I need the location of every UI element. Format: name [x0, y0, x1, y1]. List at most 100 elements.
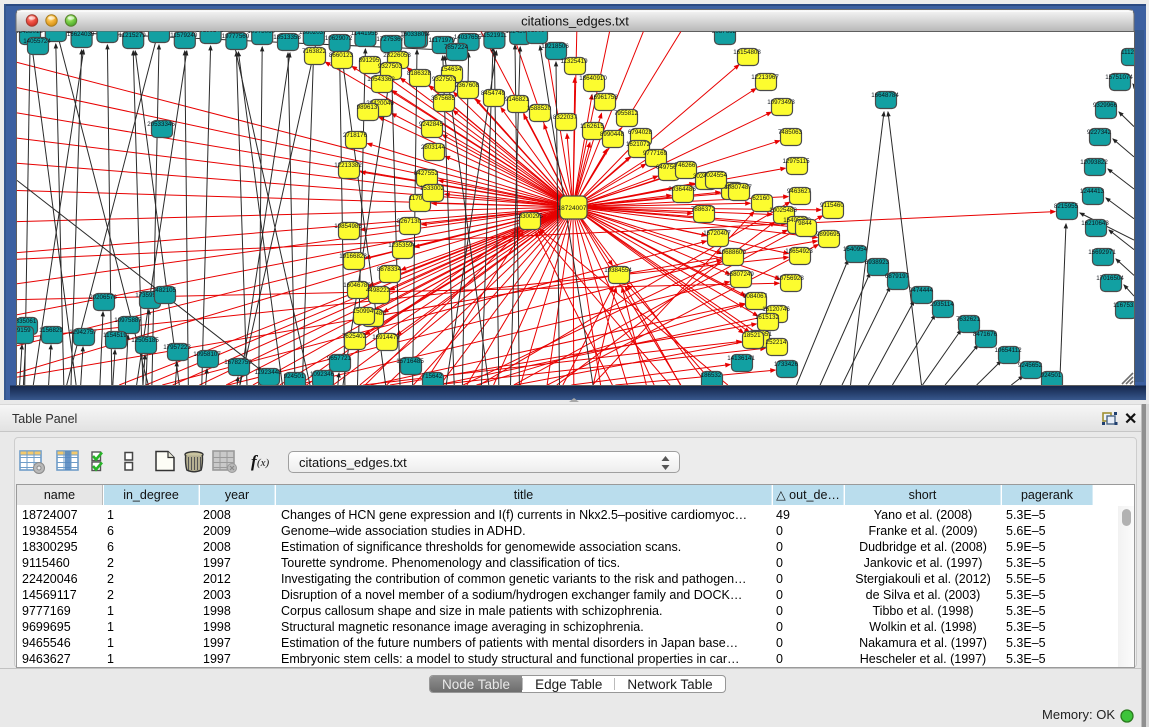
svg-text:20206576: 20206576 — [89, 294, 117, 301]
svg-text:8427552: 8427552 — [414, 170, 439, 177]
svg-text:8990448: 8990448 — [600, 131, 625, 138]
svg-text:9146821: 9146821 — [505, 96, 530, 103]
svg-text:1162615: 1162615 — [580, 123, 604, 130]
svg-text:62160: 62160 — [752, 195, 770, 202]
svg-text:8267130: 8267130 — [397, 218, 422, 225]
svg-text:11923448: 11923448 — [254, 369, 282, 376]
svg-text:10975887: 10975887 — [114, 317, 142, 324]
svg-text:8215955: 8215955 — [1054, 203, 1079, 210]
svg-text:3024554: 3024554 — [703, 172, 728, 179]
svg-text:715642: 715642 — [422, 373, 443, 380]
svg-text:17016504: 17016504 — [1096, 275, 1124, 282]
svg-text:9844: 9844 — [798, 220, 812, 227]
svg-text:2367608: 2367608 — [455, 82, 480, 89]
svg-text:12505185: 12505185 — [131, 337, 159, 344]
svg-text:16782759: 16782759 — [224, 359, 252, 366]
svg-text:19166823: 19166823 — [339, 253, 367, 260]
svg-text:6879197: 6879197 — [885, 273, 910, 280]
svg-text:16210643: 16210643 — [1081, 220, 1109, 227]
svg-text:10025488: 10025488 — [769, 207, 797, 214]
svg-text:10973493: 10973493 — [767, 99, 795, 106]
svg-text:16624039: 16624039 — [67, 31, 95, 38]
svg-text:1615132: 1615132 — [755, 314, 780, 321]
svg-text:7955812: 7955812 — [614, 110, 639, 117]
svg-text:924501: 924501 — [1041, 372, 1062, 379]
svg-text:8454749: 8454749 — [481, 90, 506, 97]
svg-text:10958107: 10958107 — [193, 351, 221, 358]
svg-text:2718176: 2718176 — [343, 132, 368, 139]
svg-text:1482105: 1482105 — [152, 287, 177, 294]
svg-text:186532: 186532 — [701, 372, 722, 379]
svg-text:1092346: 1092346 — [310, 371, 335, 378]
svg-text:1167531: 1167531 — [1113, 302, 1137, 309]
svg-text:19854985: 19854985 — [334, 223, 362, 230]
svg-text:1244413: 1244413 — [1080, 188, 1105, 195]
svg-text:8322037: 8322037 — [553, 114, 578, 121]
svg-text:2935114: 2935114 — [930, 301, 954, 308]
svg-text:10756928: 10756928 — [776, 275, 804, 282]
svg-text:23226058: 23226058 — [383, 52, 411, 59]
svg-text:9463627: 9463627 — [787, 188, 812, 195]
svg-text:9899695: 9899695 — [816, 231, 841, 238]
svg-text:8471676: 8471676 — [973, 331, 998, 338]
svg-text:4498222: 4498222 — [366, 287, 391, 294]
svg-text:2803144: 2803144 — [421, 144, 446, 151]
svg-text:15716485: 15716485 — [396, 358, 424, 365]
svg-text:15720407: 15720407 — [703, 230, 731, 237]
svg-text:12353594: 12353594 — [388, 242, 416, 249]
svg-text:9245652: 9245652 — [1018, 362, 1043, 369]
svg-text:9115460: 9115460 — [820, 202, 844, 209]
svg-text:13654923: 13654923 — [785, 248, 813, 255]
svg-text:1621072: 1621072 — [626, 141, 651, 148]
svg-text:150994: 150994 — [353, 308, 374, 315]
svg-text:924501: 924501 — [284, 373, 305, 380]
svg-text:154634: 154634 — [441, 66, 462, 73]
svg-text:18513358: 18513358 — [273, 34, 301, 41]
svg-text:citations_edges.txt: citations_edges.txt — [521, 14, 629, 29]
svg-text:1588520: 1588520 — [527, 105, 552, 112]
svg-text:18724007: 18724007 — [558, 205, 587, 212]
svg-text:17957223: 17957223 — [163, 344, 191, 351]
svg-text:7632621: 7632621 — [956, 316, 981, 323]
svg-text:16033809: 16033809 — [400, 31, 428, 38]
svg-text:9777169: 9777169 — [643, 150, 668, 157]
svg-text:1154519: 1154519 — [103, 332, 127, 339]
svg-text:989613: 989613 — [357, 104, 378, 111]
svg-text:18300295: 18300295 — [515, 213, 543, 220]
svg-text:12213967: 12213967 — [751, 74, 779, 81]
svg-text:9242845: 9242845 — [419, 121, 444, 128]
svg-text:16961758: 16961758 — [590, 94, 618, 101]
svg-text:11521911: 11521911 — [480, 32, 507, 39]
svg-text:20364486: 20364486 — [668, 186, 696, 193]
svg-text:746266: 746266 — [675, 162, 696, 169]
svg-text:8878334: 8878334 — [377, 266, 402, 273]
svg-text:3875685: 3875685 — [431, 95, 456, 102]
svg-text:15692971: 15692971 — [1088, 249, 1116, 256]
svg-text:16120746: 16120746 — [762, 306, 790, 313]
svg-text:9474444: 9474444 — [909, 287, 934, 294]
svg-text:1533002: 1533002 — [420, 185, 445, 192]
svg-text:12093822: 12093822 — [1080, 159, 1108, 166]
svg-text:9227342: 9227342 — [1087, 129, 1112, 136]
svg-text:14136141: 14136141 — [727, 355, 755, 362]
svg-text:18640910: 18640910 — [579, 75, 607, 82]
svg-text:6794028: 6794028 — [628, 129, 653, 136]
svg-text:16914479: 16914479 — [372, 334, 400, 341]
svg-text:10654112: 10654112 — [994, 347, 1022, 354]
svg-text:(x): (x) — [257, 457, 270, 469]
svg-text:10543362: 10543362 — [367, 76, 395, 83]
svg-text:15751074: 15751074 — [1105, 74, 1133, 81]
svg-text:7857224: 7857224 — [444, 44, 469, 51]
svg-text:19777560: 19777560 — [222, 33, 250, 40]
svg-text:7886372: 7886372 — [691, 206, 716, 213]
svg-text:10688609: 10688609 — [718, 249, 746, 256]
svg-text:20533346: 20533346 — [147, 121, 175, 128]
svg-text:11579240: 11579240 — [170, 32, 198, 39]
svg-text:7163822: 7163822 — [302, 48, 327, 55]
svg-text:19384554: 19384554 — [604, 267, 632, 274]
svg-text:18521: 18521 — [743, 332, 761, 339]
svg-text:10629072: 10629072 — [325, 35, 353, 42]
svg-text:16154808: 16154808 — [733, 49, 761, 56]
svg-text:7485063: 7485063 — [778, 129, 803, 136]
svg-text:15807249: 15807249 — [726, 271, 754, 278]
